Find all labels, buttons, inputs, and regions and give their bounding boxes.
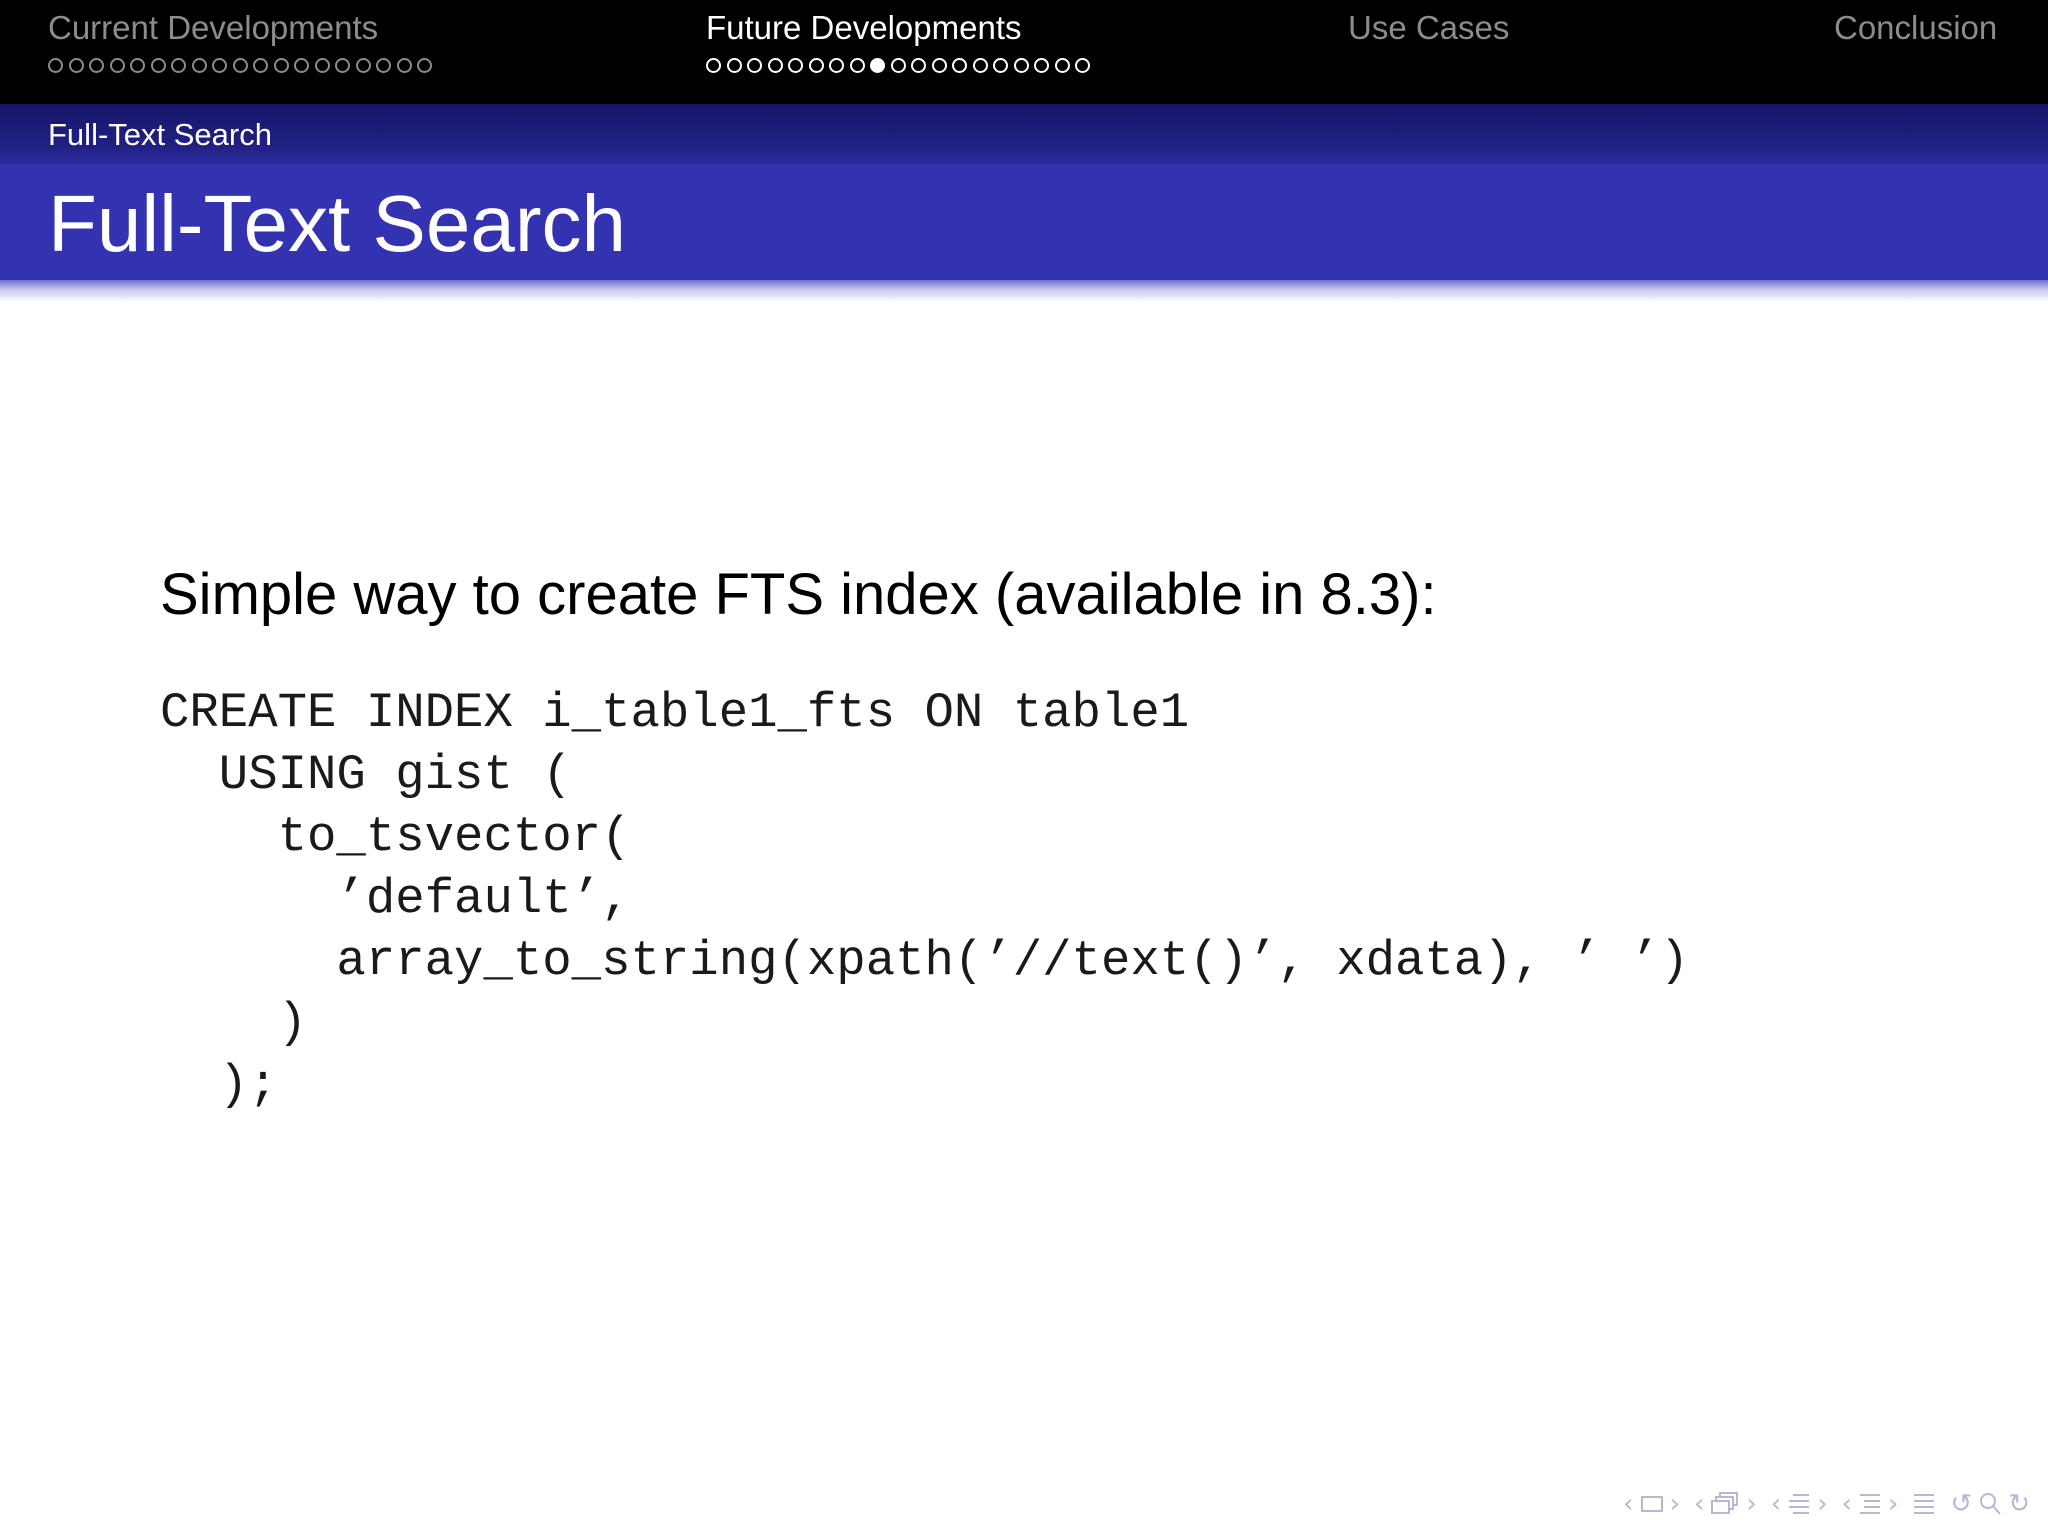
arrow-right-icon[interactable]: › — [1670, 1484, 1680, 1524]
arrow-right-icon[interactable]: › — [1888, 1484, 1898, 1524]
arrow-right-icon[interactable]: › — [1746, 1484, 1756, 1524]
nav-section-label[interactable]: Future Developments — [706, 8, 1096, 48]
code-line: CREATE INDEX i_table1_fts ON table1 — [160, 685, 1190, 741]
intro-text: Simple way to create FTS index (availabl… — [160, 562, 1437, 627]
code-line: ’default’, — [160, 871, 631, 927]
nav-section-label[interactable]: Conclusion — [1834, 8, 1997, 48]
frame-nav: ‹ › — [1623, 1484, 1680, 1524]
search-icon[interactable] — [1978, 1491, 2002, 1517]
frame-title-bar: Full-Text Search — [0, 164, 2048, 280]
nav-frame-dot[interactable] — [870, 57, 885, 73]
subsection-nav: ‹ › — [1771, 1484, 1828, 1524]
nav-section-future-developments[interactable]: Future Developments — [706, 8, 1096, 76]
code-line: ); — [160, 1057, 278, 1113]
nav-frame-dot[interactable] — [89, 57, 104, 73]
history-nav: ↺ ↻ — [1950, 1484, 2030, 1524]
nav-frame-dot[interactable] — [335, 57, 350, 73]
nav-frame-dot[interactable] — [48, 57, 63, 73]
nav-dots — [706, 54, 1096, 76]
nav-frame-dot[interactable] — [273, 57, 289, 73]
nav-frame-dot[interactable] — [314, 57, 330, 73]
nav-frame-dot[interactable] — [253, 57, 268, 73]
nav-section-current-developments[interactable]: Current Developments — [48, 8, 438, 76]
nav-frame-dot[interactable] — [355, 57, 371, 73]
arrow-left-icon[interactable]: ‹ — [1694, 1484, 1704, 1524]
nav-frame-dot[interactable] — [232, 57, 248, 73]
nav-frame-dot[interactable] — [726, 57, 742, 73]
slide-nav: ‹ › — [1694, 1484, 1757, 1524]
nav-frame-dot[interactable] — [829, 57, 844, 73]
arrow-right-icon[interactable]: › — [1817, 1484, 1827, 1524]
nav-frame-dot[interactable] — [747, 57, 762, 73]
nav-frame-dot[interactable] — [972, 57, 988, 73]
arrow-left-icon[interactable]: ‹ — [1842, 1484, 1852, 1524]
nav-frame-dot[interactable] — [993, 57, 1008, 73]
nav-frame-dot[interactable] — [396, 57, 412, 73]
section-nav: ‹ › — [1842, 1484, 1899, 1524]
subsection-bar: Full-Text Search — [0, 104, 2048, 164]
nav-frame-dot[interactable] — [150, 57, 166, 73]
frame-title: Full-Text Search — [48, 179, 626, 268]
code-line: to_tsvector( — [160, 809, 631, 865]
nav-frame-dot[interactable] — [911, 57, 926, 73]
code-line: array_to_string(xpath(’//text()’, xdata)… — [160, 933, 1690, 989]
code-line: ) — [160, 995, 308, 1051]
navigation-symbols: ‹ › ‹ › ‹ › ‹ › ↺ ↻ — [1623, 1484, 2030, 1524]
title-shadow — [0, 280, 2048, 302]
nav-frame-dot[interactable] — [890, 57, 906, 73]
nav-frame-dot[interactable] — [1034, 57, 1049, 73]
nav-frame-dot[interactable] — [68, 57, 84, 73]
nav-frame-dot[interactable] — [130, 57, 145, 73]
arrow-left-icon[interactable]: ‹ — [1623, 1484, 1633, 1524]
nav-frame-dot[interactable] — [931, 57, 947, 73]
nav-section-use-cases[interactable]: Use Cases — [1348, 8, 1509, 48]
nav-dots — [48, 54, 438, 76]
nav-frame-dot[interactable] — [706, 57, 721, 73]
nav-frame-dot[interactable] — [171, 57, 186, 73]
nav-frame-dot[interactable] — [808, 57, 824, 73]
nav-frame-dot[interactable] — [1013, 57, 1029, 73]
nav-section-label[interactable]: Current Developments — [48, 8, 438, 48]
frame-icon[interactable] — [1640, 1494, 1664, 1514]
nav-frame-dot[interactable] — [294, 57, 309, 73]
subsection-icon[interactable] — [1787, 1491, 1811, 1517]
nav-frame-dot[interactable] — [109, 57, 125, 73]
nav-frame-dot[interactable] — [952, 57, 967, 73]
back-icon[interactable]: ↺ — [1950, 1484, 1972, 1524]
appendix-nav — [1912, 1491, 1936, 1517]
arrow-left-icon[interactable]: ‹ — [1771, 1484, 1781, 1524]
code-line: USING gist ( — [160, 747, 572, 803]
nav-section-conclusion[interactable]: Conclusion — [1834, 8, 1997, 48]
nav-frame-dot[interactable] — [788, 57, 803, 73]
nav-frame-dot[interactable] — [1075, 57, 1090, 73]
section-navigation: Current Developments Future Developments… — [0, 0, 2048, 104]
slides-icon[interactable] — [1710, 1491, 1740, 1517]
code-block: CREATE INDEX i_table1_fts ON table1 USIN… — [160, 682, 1689, 1116]
nav-frame-dot[interactable] — [849, 57, 865, 73]
nav-frame-dot[interactable] — [417, 57, 432, 73]
subsection-label[interactable]: Full-Text Search — [48, 116, 272, 154]
nav-frame-dot[interactable] — [212, 57, 227, 73]
nav-frame-dot[interactable] — [376, 57, 391, 73]
nav-frame-dot[interactable] — [1054, 57, 1070, 73]
section-icon[interactable] — [1858, 1491, 1882, 1517]
nav-frame-dot[interactable] — [767, 57, 783, 73]
forward-icon[interactable]: ↻ — [2008, 1484, 2030, 1524]
nav-section-label[interactable]: Use Cases — [1348, 8, 1509, 48]
nav-frame-dot[interactable] — [191, 57, 207, 73]
appendix-icon[interactable] — [1912, 1491, 1936, 1517]
